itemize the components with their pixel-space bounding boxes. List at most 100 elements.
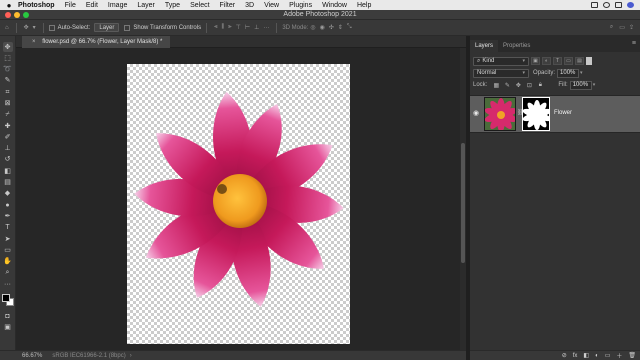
- align-top-icon[interactable]: ⊤: [236, 24, 241, 31]
- move-tool-icon[interactable]: ✥: [24, 24, 29, 31]
- blend-mode-dropdown[interactable]: Normal ▾: [473, 68, 529, 78]
- align-bottom-icon[interactable]: ⊥: [254, 24, 259, 31]
- menu-file[interactable]: File: [65, 2, 76, 9]
- menu-edit[interactable]: Edit: [86, 2, 98, 9]
- chevron-down-icon[interactable]: ▾: [593, 82, 596, 88]
- eyedropper-tool-icon[interactable]: ⌿: [3, 110, 13, 120]
- eraser-tool-icon[interactable]: ◧: [3, 166, 13, 176]
- align-middle-icon[interactable]: ⊢: [245, 24, 250, 31]
- add-mask-icon[interactable]: ◧: [583, 352, 589, 359]
- layer-style-icon[interactable]: fx: [573, 353, 578, 359]
- screen-icon[interactable]: [591, 2, 598, 8]
- control-center-icon[interactable]: [615, 2, 622, 8]
- align-center-icon[interactable]: ⫼: [221, 24, 224, 31]
- auto-select-target-dropdown[interactable]: Layer: [94, 23, 120, 32]
- brush-tool-icon[interactable]: ✐: [3, 132, 13, 142]
- visibility-eye-icon[interactable]: ◉: [473, 109, 481, 117]
- menu-view[interactable]: View: [264, 2, 279, 9]
- filter-type-icon[interactable]: T: [553, 57, 562, 65]
- menu-select[interactable]: Select: [190, 2, 209, 9]
- home-icon[interactable]: ⌂: [5, 25, 9, 31]
- zoom-tool-icon[interactable]: ⌕: [3, 268, 13, 278]
- canvas-area[interactable]: [16, 48, 460, 350]
- apple-menu-icon[interactable]: ●: [0, 1, 18, 10]
- filter-adjustment-icon[interactable]: ◐: [542, 57, 551, 65]
- history-brush-tool-icon[interactable]: ↺: [3, 155, 13, 165]
- layer-name[interactable]: Flower: [554, 110, 572, 116]
- close-window-icon[interactable]: [5, 12, 11, 18]
- scrollbar-thumb[interactable]: [461, 143, 465, 263]
- menu-filter[interactable]: Filter: [220, 2, 236, 9]
- menu-layer[interactable]: Layer: [137, 2, 155, 9]
- quick-select-tool-icon[interactable]: ✎: [3, 76, 13, 86]
- filter-pixel-icon[interactable]: ▣: [531, 57, 540, 65]
- 3d-roll-icon[interactable]: ◉: [320, 24, 325, 31]
- align-right-icon[interactable]: ⫸: [228, 24, 231, 31]
- color-swatches[interactable]: [1, 293, 14, 306]
- chevron-down-icon[interactable]: ▾: [580, 70, 583, 76]
- new-group-icon[interactable]: ▭: [605, 352, 611, 359]
- close-tab-icon[interactable]: ×: [32, 39, 36, 45]
- search-icon[interactable]: ⌕: [610, 24, 613, 31]
- show-transform-checkbox[interactable]: [124, 24, 131, 31]
- tab-layers[interactable]: Layers: [470, 40, 499, 52]
- layer-thumbnail[interactable]: [484, 97, 516, 131]
- filter-shape-icon[interactable]: ▭: [564, 57, 573, 65]
- align-left-icon[interactable]: ⫷: [214, 24, 217, 31]
- search-icon[interactable]: [603, 2, 610, 8]
- minimize-window-icon[interactable]: [14, 12, 20, 18]
- move-tool-icon[interactable]: ✥: [2, 42, 13, 52]
- frame-tool-icon[interactable]: ⊠: [3, 98, 13, 108]
- path-selection-tool-icon[interactable]: ➤: [3, 234, 13, 244]
- menu-help[interactable]: Help: [357, 2, 371, 9]
- screen-mode-icon[interactable]: ▣: [3, 323, 13, 333]
- lock-pixels-icon[interactable]: ✎: [503, 81, 511, 89]
- chevron-down-icon[interactable]: ▾: [33, 24, 36, 31]
- blur-tool-icon[interactable]: ◆: [3, 189, 13, 199]
- layer-row-flower[interactable]: ◉ ⛓ Flower: [470, 95, 640, 133]
- crop-tool-icon[interactable]: ⌗: [3, 87, 13, 97]
- opacity-field[interactable]: 100%: [557, 68, 580, 78]
- 3d-rotate-icon[interactable]: ◎: [310, 24, 315, 31]
- auto-select-checkbox[interactable]: [48, 24, 55, 31]
- filter-toggle[interactable]: [586, 57, 592, 65]
- tab-properties[interactable]: Properties: [498, 40, 535, 52]
- filter-smart-object-icon[interactable]: ▤: [575, 57, 584, 65]
- marquee-tool-icon[interactable]: ⬚: [3, 53, 13, 63]
- hand-tool-icon[interactable]: ✋: [3, 257, 13, 267]
- gradient-tool-icon[interactable]: ▤: [3, 178, 13, 188]
- healing-brush-tool-icon[interactable]: ✚: [3, 121, 13, 131]
- delete-layer-icon[interactable]: 🗑: [628, 352, 636, 359]
- siri-icon[interactable]: [627, 2, 634, 8]
- layer-filter-dropdown[interactable]: ⌕ Kind ▾: [473, 56, 529, 66]
- panel-menu-icon[interactable]: ≡: [632, 40, 636, 47]
- 3d-scale-icon[interactable]: ⤡: [347, 24, 352, 31]
- pen-tool-icon[interactable]: ✒: [3, 211, 13, 221]
- clone-stamp-tool-icon[interactable]: ⊥: [3, 144, 13, 154]
- lock-artboard-icon[interactable]: ⊡: [525, 81, 533, 89]
- document-canvas[interactable]: [127, 64, 350, 344]
- zoom-window-icon[interactable]: [23, 12, 29, 18]
- menu-3d[interactable]: 3D: [245, 2, 254, 9]
- menu-type[interactable]: Type: [165, 2, 180, 9]
- lock-all-icon[interactable]: 🔒︎: [536, 81, 544, 89]
- mask-link-icon[interactable]: ⛓: [517, 109, 525, 117]
- rectangle-tool-icon[interactable]: ▭: [3, 245, 13, 255]
- fill-field[interactable]: 100%: [569, 80, 592, 90]
- more-options-icon[interactable]: ···: [263, 25, 269, 31]
- 3d-slide-icon[interactable]: ⇕: [338, 24, 343, 31]
- layer-mask-thumbnail[interactable]: [522, 97, 550, 131]
- new-layer-icon[interactable]: ＋: [616, 351, 622, 360]
- lock-transparency-icon[interactable]: ▦: [492, 81, 500, 89]
- menu-image[interactable]: Image: [108, 2, 127, 9]
- menu-app-name[interactable]: Photoshop: [18, 2, 55, 9]
- link-layers-icon[interactable]: ⊘: [562, 352, 567, 359]
- adjustment-layer-icon[interactable]: ◐: [595, 353, 599, 359]
- lock-position-icon[interactable]: ✥: [514, 81, 522, 89]
- menu-window[interactable]: Window: [322, 2, 347, 9]
- more-tools-icon[interactable]: ···: [3, 279, 13, 289]
- dodge-tool-icon[interactable]: ●: [3, 200, 13, 210]
- zoom-level[interactable]: 66.67%: [22, 353, 42, 359]
- 3d-pan-icon[interactable]: ✣: [329, 24, 334, 31]
- quick-mask-icon[interactable]: ◘: [3, 312, 13, 322]
